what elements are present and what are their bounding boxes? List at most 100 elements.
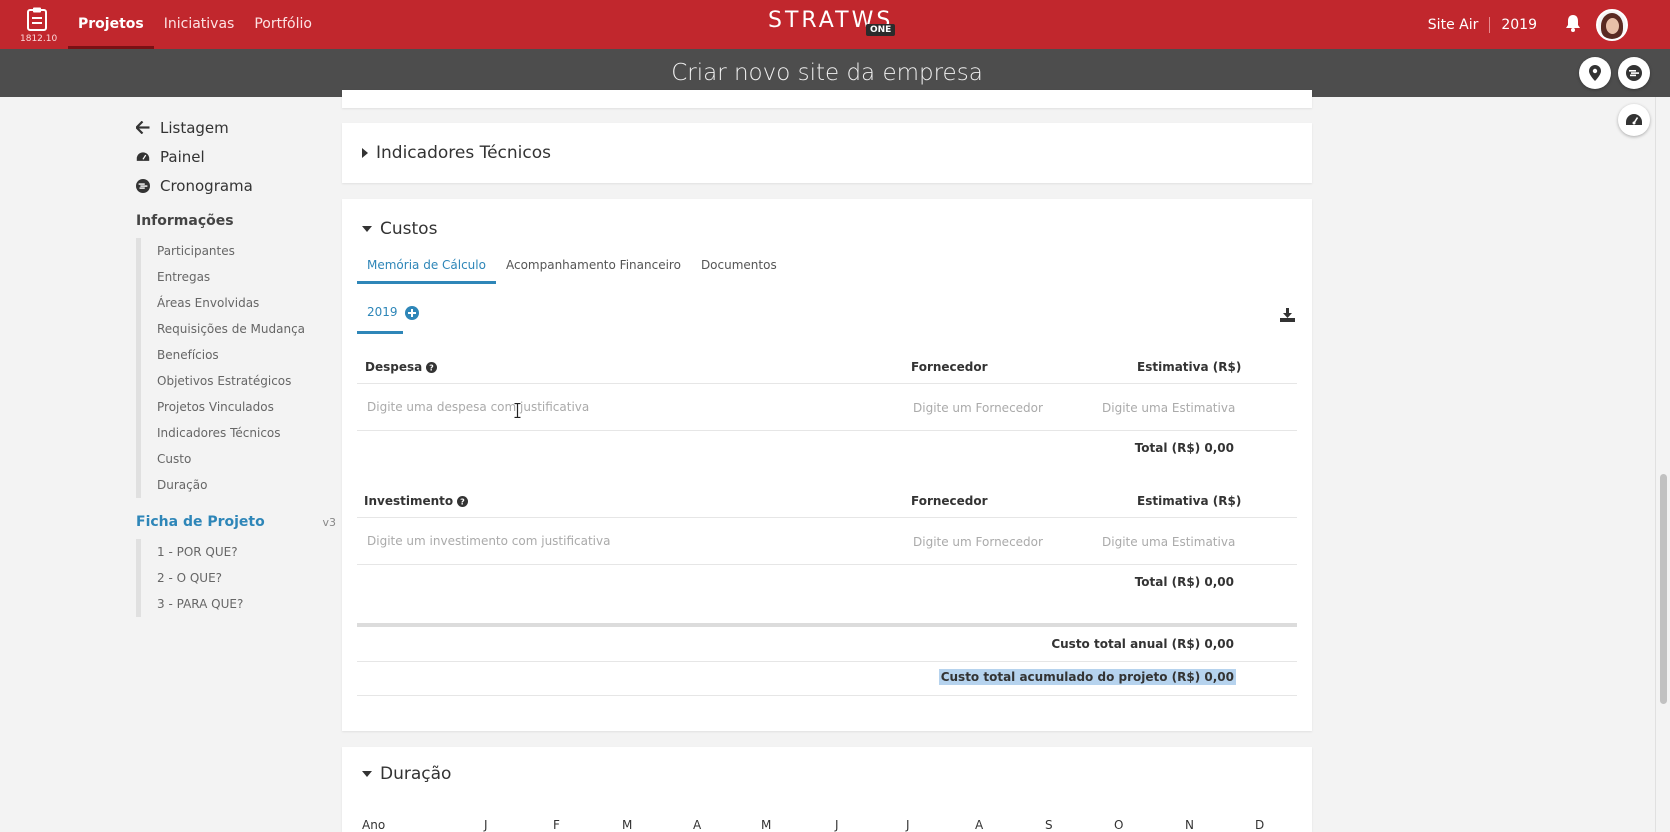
year-tab-2019[interactable]: 2019 — [357, 305, 403, 334]
tab-documentos[interactable]: Documentos — [691, 255, 787, 284]
svg-text:?: ? — [460, 497, 465, 506]
dashboard-icon — [136, 151, 150, 161]
top-right-controls: Site Air 2019 — [1428, 0, 1670, 49]
year-column-label: Ano — [362, 818, 386, 832]
svg-text:?: ? — [429, 363, 434, 372]
caret-down-icon — [362, 226, 372, 232]
sidebar-link-label: Painel — [160, 147, 205, 166]
sidebar-item-participantes[interactable]: Participantes — [157, 238, 336, 264]
custos-section: Custos Memória de Cálculo Acompanhamento… — [342, 199, 1312, 731]
month-label: A — [975, 818, 984, 832]
sidebar-item-beneficios[interactable]: Benefícios — [157, 342, 336, 368]
main-nav: Projetos Iniciativas Portfólio — [68, 0, 322, 49]
month-label: O — [1114, 818, 1124, 832]
month-label: J — [906, 818, 910, 832]
brand-badge: ONE — [866, 24, 896, 36]
site-selector[interactable]: Site Air — [1428, 16, 1491, 33]
tab-acompanhamento-financeiro[interactable]: Acompanhamento Financeiro — [496, 255, 691, 284]
dashboard-float-button[interactable] — [1618, 104, 1650, 136]
duracao-section: Duração Ano J F M A M J J A S O N D — [342, 747, 1312, 832]
investimento-header-label: Investimento — [364, 494, 454, 508]
despesa-header: Despesa ? — [365, 360, 438, 374]
sidebar-ficha-header: Ficha de Projeto v3 — [136, 514, 336, 530]
sidebar-item-para-que[interactable]: 3 - PARA QUE? — [157, 591, 336, 617]
despesa-fornecedor-header: Fornecedor — [911, 360, 988, 374]
add-year-button[interactable] — [405, 305, 419, 324]
sidebar-item-o-que[interactable]: 2 - O QUE? — [157, 565, 336, 591]
nav-projetos[interactable]: Projetos — [68, 0, 154, 49]
month-label: S — [1045, 818, 1053, 832]
sidebar-link-label: Cronograma — [160, 176, 253, 195]
month-label: F — [553, 818, 560, 832]
timeline-icon — [136, 178, 150, 193]
sidebar-item-por-que[interactable]: 1 - POR QUE? — [157, 539, 336, 565]
clipboard-icon — [27, 7, 47, 31]
user-avatar[interactable] — [1596, 8, 1628, 41]
sidebar-item-projetos-vinculados[interactable]: Projetos Vinculados — [157, 394, 336, 420]
duracao-month-header: Ano J F M A M J J A S O N D — [362, 818, 1302, 832]
help-circle-icon[interactable]: ? — [457, 495, 469, 507]
ficha-version: v3 — [322, 516, 336, 529]
sidebar-link-listagem[interactable]: Listagem — [136, 113, 336, 142]
sidebar-link-painel[interactable]: Painel — [136, 142, 336, 171]
custos-tabs: Memória de Cálculo Acompanhamento Financ… — [357, 255, 787, 284]
custo-total-anual: Custo total anual (R$) 0,00 — [1051, 637, 1234, 651]
indicadores-toggle[interactable]: Indicadores Técnicos — [362, 143, 551, 163]
brand-logo[interactable]: STRATWS ONE — [768, 8, 896, 40]
sidebar-link-cronograma[interactable]: Cronograma — [136, 171, 336, 200]
month-label: N — [1185, 818, 1194, 832]
sidebar-item-areas-envolvidas[interactable]: Áreas Envolvidas — [157, 290, 336, 316]
download-button[interactable] — [1280, 307, 1295, 326]
divider — [357, 383, 1297, 384]
month-label: J — [484, 818, 488, 832]
duracao-toggle[interactable]: Duração — [362, 764, 451, 784]
divider — [357, 661, 1297, 662]
sidebar-link-label: Listagem — [160, 118, 229, 137]
indicadores-section: Indicadores Técnicos — [342, 123, 1312, 183]
custo-total-acumulado: Custo total acumulado do projeto (R$) 0,… — [938, 669, 1236, 685]
divider — [357, 517, 1297, 518]
divider — [357, 695, 1297, 696]
divider — [357, 430, 1297, 431]
sidebar-item-custo[interactable]: Custo — [157, 446, 336, 472]
help-circle-icon[interactable]: ? — [426, 361, 438, 373]
nav-portfolio[interactable]: Portfólio — [244, 0, 322, 49]
investimento-fornecedor-input[interactable]: Digite um Fornecedor — [913, 535, 1043, 549]
despesa-estimativa-header: Estimativa (R$) — [1137, 360, 1242, 374]
sidebar: Listagem Painel Cronograma Informações P… — [136, 113, 336, 617]
investimento-input[interactable]: Digite um investimento com justificativa — [367, 534, 610, 548]
dashboard-icon — [1626, 114, 1642, 125]
top-navbar: 1812.10 Projetos Iniciativas Portfólio S… — [0, 0, 1670, 49]
despesa-input[interactable]: Digite uma despesa com justificativa — [367, 400, 589, 414]
nav-iniciativas[interactable]: Iniciativas — [154, 0, 245, 49]
sidebar-heading-informacoes: Informações — [136, 213, 234, 229]
page-scrollbar[interactable] — [1655, 97, 1670, 832]
month-label: D — [1255, 818, 1265, 832]
app-home-button[interactable]: 1812.10 — [20, 7, 57, 44]
year-selector[interactable]: 2019 — [1490, 17, 1537, 33]
map-pin-icon — [1589, 65, 1601, 81]
summary-divider — [357, 623, 1297, 627]
timeline-button[interactable] — [1618, 57, 1650, 89]
despesa-fornecedor-input[interactable]: Digite um Fornecedor — [913, 401, 1043, 415]
sidebar-item-requisicoes[interactable]: Requisições de Mudança — [157, 316, 336, 342]
sidebar-item-entregas[interactable]: Entregas — [157, 264, 336, 290]
sidebar-item-objetivos[interactable]: Objetivos Estratégicos — [157, 368, 336, 394]
investimento-estimativa-input[interactable]: Digite uma Estimativa — [1102, 535, 1235, 549]
despesa-estimativa-input[interactable]: Digite uma Estimativa — [1102, 401, 1235, 415]
notifications-bell-icon[interactable] — [1565, 14, 1581, 36]
month-label: J — [835, 818, 839, 832]
location-button[interactable] — [1579, 57, 1611, 89]
scrollbar-thumb[interactable] — [1660, 474, 1667, 704]
sidebar-item-duracao[interactable]: Duração — [157, 472, 336, 498]
caret-right-icon — [362, 148, 368, 158]
investimento-header: Investimento ? — [364, 494, 469, 508]
custo-total-acumulado-text: Custo total acumulado do projeto (R$) 0,… — [938, 669, 1236, 685]
section-title: Custos — [380, 219, 438, 239]
sidebar-item-indicadores[interactable]: Indicadores Técnicos — [157, 420, 336, 446]
custos-toggle[interactable]: Custos — [362, 219, 437, 239]
sidebar-heading-ficha[interactable]: Ficha de Projeto — [136, 514, 265, 530]
investimento-estimativa-header: Estimativa (R$) — [1137, 494, 1242, 508]
tab-memoria-calculo[interactable]: Memória de Cálculo — [357, 255, 496, 284]
text-cursor-icon — [514, 402, 521, 422]
